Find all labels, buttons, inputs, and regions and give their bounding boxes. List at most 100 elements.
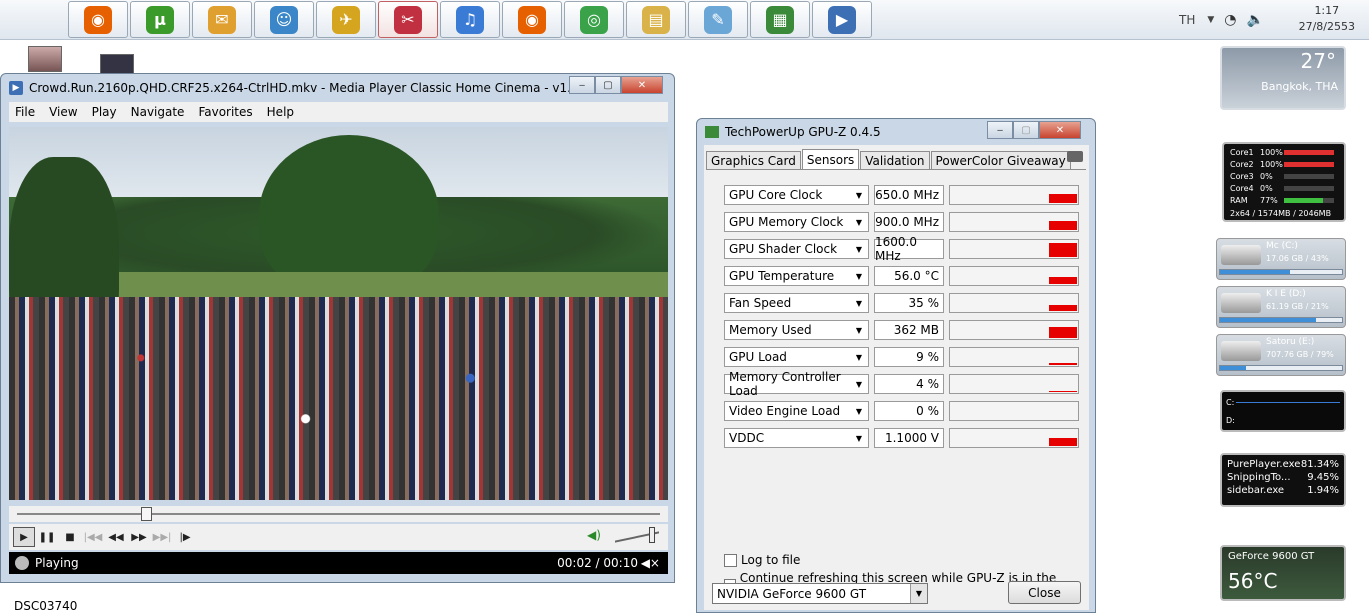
pause-button[interactable]: ❚❚: [36, 527, 58, 547]
network-gadget[interactable]: C: D:: [1220, 390, 1346, 432]
weather-gadget[interactable]: 27° Bangkok, THA: [1220, 46, 1346, 110]
menu-navigate[interactable]: Navigate: [131, 105, 185, 119]
checkbox-box[interactable]: [724, 553, 737, 567]
minimize-button[interactable]: ‒: [987, 121, 1013, 139]
chevron-down-icon[interactable]: ▼: [856, 272, 862, 281]
hard-drive-icon: [1221, 293, 1261, 313]
taskbar-button-notepad[interactable]: ✎: [688, 1, 748, 38]
sensor-name[interactable]: Memory Controller Load ▼: [724, 370, 869, 398]
taskbar-button-gpuz[interactable]: ▦: [750, 1, 810, 38]
sensor-name[interactable]: GPU Temperature ▼: [724, 266, 869, 286]
close-button[interactable]: ✕: [621, 76, 663, 94]
net-graph-c: [1236, 402, 1340, 403]
gpu-select[interactable]: NVIDIA GeForce 9600 GT ▼: [712, 583, 928, 604]
sensor-name[interactable]: GPU Memory Clock ▼: [724, 212, 869, 232]
tab-graphics-card[interactable]: Graphics Card: [706, 151, 801, 170]
seek-bar[interactable]: [9, 506, 668, 522]
sensor-label: GPU Core Clock: [729, 188, 823, 202]
cpu-meter-line: RAM 77%: [1230, 196, 1334, 205]
mute-icon[interactable]: ◀×: [641, 556, 660, 570]
chevron-down-icon[interactable]: ▼: [856, 407, 862, 416]
close-button[interactable]: Close: [1008, 581, 1081, 604]
drive-usage-fill: [1220, 270, 1290, 274]
tab-validation[interactable]: Validation: [860, 151, 930, 170]
taskbar-button-itunes[interactable]: ♫: [440, 1, 500, 38]
minimize-button[interactable]: ‒: [569, 76, 595, 94]
chevron-down-icon[interactable]: ▼: [856, 245, 862, 254]
taskbar-button-bird[interactable]: ✈: [316, 1, 376, 38]
chevron-down-icon[interactable]: ▼: [856, 299, 862, 308]
frame-step-button[interactable]: |▶: [174, 527, 196, 547]
chevron-down-icon[interactable]: ▼: [856, 218, 862, 227]
fast-forward-button[interactable]: ▶▶: [128, 527, 150, 547]
sensor-name[interactable]: GPU Shader Clock ▼: [724, 239, 869, 259]
stop-button[interactable]: ■: [59, 527, 81, 547]
drive-usage-fill: [1220, 366, 1246, 370]
taskbar-button-messenger[interactable]: ☺: [254, 1, 314, 38]
taskbar-button-firefox[interactable]: ◉: [502, 1, 562, 38]
media-player-window: ▶ Crowd.Run.2160p.QHD.CRF25.x264-CtrlHD.…: [0, 73, 675, 583]
taskbar-button-chrome[interactable]: ◎: [564, 1, 624, 38]
video-frame[interactable]: [9, 127, 668, 500]
sensor-name[interactable]: Memory Used ▼: [724, 320, 869, 340]
seek-thumb[interactable]: [140, 507, 152, 521]
sensor-name[interactable]: Fan Speed ▼: [724, 293, 869, 313]
chevron-down-icon[interactable]: ▼: [856, 326, 862, 335]
taskbar-button-media-player[interactable]: ▶: [812, 1, 872, 38]
taskbar-button-outlook[interactable]: ✉: [192, 1, 252, 38]
sensor-value: 900.0 MHz: [874, 212, 944, 232]
drive-gadget[interactable]: Mc (C:) 17.06 GB / 43%: [1216, 238, 1346, 280]
sensor-graph: [949, 212, 1079, 232]
drive-name: Satoru (E:): [1266, 337, 1315, 347]
cpu-meter-gadget[interactable]: 2x64 / 1574MB / 2046MB Core1 100% Core2 100…: [1222, 142, 1346, 222]
drive-gadget[interactable]: Satoru (E:) 707.76 GB / 79%: [1216, 334, 1346, 376]
desktop-photo-icon[interactable]: [28, 46, 62, 72]
desktop-file-label[interactable]: DSC03740: [14, 599, 77, 613]
sync-icon[interactable]: ◔: [1224, 12, 1236, 28]
maximize-button[interactable]: ▢: [1013, 121, 1039, 139]
menu-play[interactable]: Play: [92, 105, 117, 119]
gpu-temp-gadget[interactable]: GeForce 9600 GT 56°C: [1220, 545, 1346, 601]
clock[interactable]: 1:17 27/8/2553: [1299, 3, 1355, 35]
chevron-down-icon[interactable]: ▼: [856, 191, 862, 200]
close-button[interactable]: ✕: [1039, 121, 1081, 139]
menu-help[interactable]: Help: [267, 105, 294, 119]
sensor-graph-bar: [1049, 277, 1077, 284]
sensor-name[interactable]: GPU Core Clock ▼: [724, 185, 869, 205]
sensor-name[interactable]: VDDC ▼: [724, 428, 869, 448]
taskbar-button-utorrent[interactable]: µ: [130, 1, 190, 38]
snipping-tool-icon: ✂: [394, 5, 422, 34]
maximize-button[interactable]: ▢: [595, 76, 621, 94]
menu-favorites[interactable]: Favorites: [198, 105, 252, 119]
tray-expand-icon[interactable]: ▼: [1207, 15, 1214, 25]
chevron-down-icon[interactable]: ▼: [856, 434, 862, 443]
menu-file[interactable]: File: [15, 105, 35, 119]
language-indicator[interactable]: TH: [1179, 13, 1195, 27]
sensor-name[interactable]: Video Engine Load ▼: [724, 401, 869, 421]
tab-sensors[interactable]: Sensors: [801, 149, 860, 170]
previous-button[interactable]: |◀◀: [82, 527, 104, 547]
sensor-row: Fan Speed ▼ 35 %: [724, 293, 1080, 313]
top-process-gadget[interactable]: PurePlayer.exe 81.34% SnippingTo... 9.45% si…: [1220, 453, 1346, 507]
volume-icon[interactable]: 🔈: [1247, 12, 1264, 28]
chevron-down-icon[interactable]: ▼: [910, 584, 927, 603]
camera-icon[interactable]: [1067, 151, 1083, 162]
rewind-button[interactable]: ◀◀: [105, 527, 127, 547]
taskbar-button-explorer[interactable]: ▤: [626, 1, 686, 38]
chevron-down-icon[interactable]: ▼: [856, 353, 862, 362]
taskbar-button-snipping-tool[interactable]: ✂: [378, 1, 438, 38]
next-button[interactable]: ▶▶|: [151, 527, 173, 547]
weather-city: Bangkok, THA: [1261, 80, 1338, 93]
cpu-core-name: Core1: [1230, 148, 1254, 157]
taskbar-button-firefox[interactable]: ◉: [68, 1, 128, 38]
volume-icon[interactable]: ◀): [587, 528, 601, 542]
play-button[interactable]: ▶: [13, 527, 35, 547]
tab-powercolor-giveaway[interactable]: PowerColor Giveaway: [930, 151, 1071, 170]
drive-gadget[interactable]: K I E (D:) 61.19 GB / 21%: [1216, 286, 1346, 328]
chevron-down-icon[interactable]: ▼: [856, 380, 862, 389]
volume-thumb[interactable]: [649, 527, 655, 543]
cpu-core-percent: 77%: [1260, 196, 1278, 205]
menu-view[interactable]: View: [49, 105, 77, 119]
log-to-file-checkbox[interactable]: Log to file: [724, 553, 800, 567]
sensor-name[interactable]: GPU Load ▼: [724, 347, 869, 367]
